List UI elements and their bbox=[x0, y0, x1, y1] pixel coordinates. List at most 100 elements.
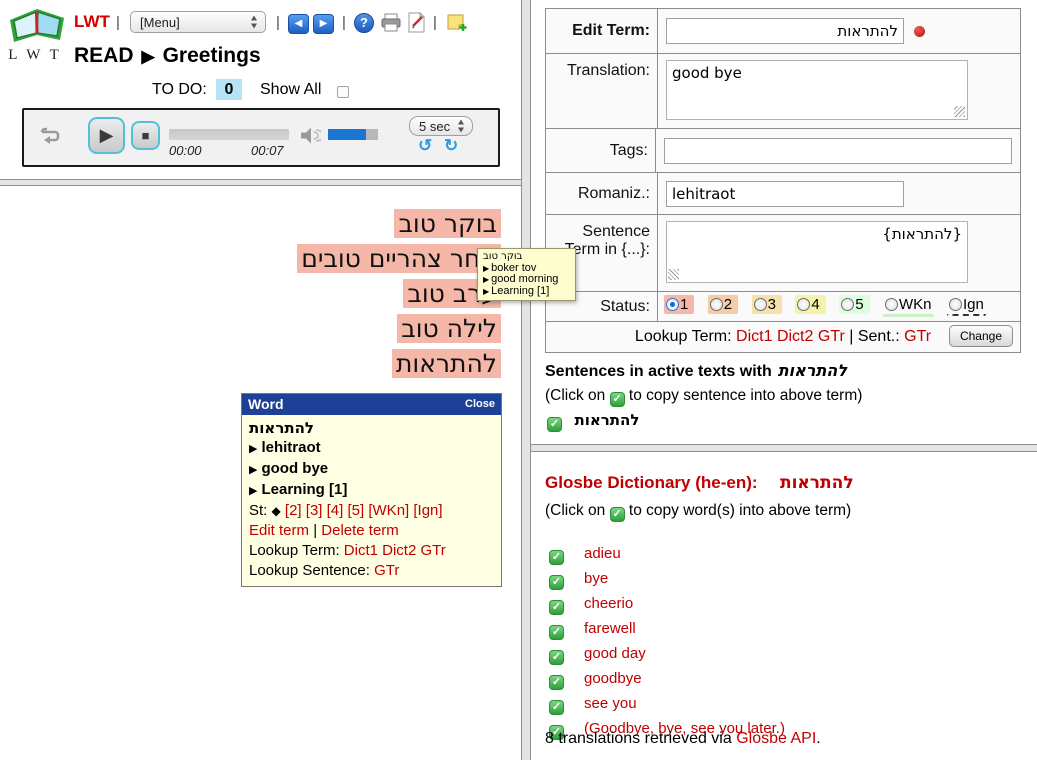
glosbe-api-link[interactable]: Glosbe API bbox=[736, 730, 816, 747]
hint-before: (Click on bbox=[545, 502, 605, 519]
word-popup-titlebar[interactable]: Word Close bbox=[242, 394, 501, 415]
translation-link[interactable]: see you bbox=[584, 695, 637, 712]
term-highlighted[interactable]: להתראות bbox=[392, 349, 501, 378]
translation-textarea[interactable]: good bye bbox=[666, 60, 968, 120]
copy-word-button[interactable]: ✓ bbox=[549, 700, 564, 715]
lwt-logo-icon[interactable] bbox=[6, 4, 68, 48]
loop-button[interactable] bbox=[38, 125, 61, 146]
radio-icon[interactable] bbox=[754, 298, 767, 311]
word-popup: Word Close להתראות ▶lehitraot ▶good bye … bbox=[241, 393, 502, 587]
seek-bar[interactable] bbox=[169, 129, 289, 140]
radio-icon[interactable] bbox=[710, 298, 723, 311]
status-option-2[interactable]: 3 bbox=[752, 295, 782, 314]
jump-seconds-select[interactable]: 5 sec bbox=[409, 116, 473, 136]
sent-gtr-link[interactable]: GTr bbox=[904, 328, 931, 345]
bullet-icon: ▶ bbox=[483, 275, 489, 284]
status-option-3[interactable]: 4 bbox=[795, 295, 825, 314]
glosbe-heading: Glosbe Dictionary (he-en): להתראות bbox=[545, 473, 854, 493]
select-stepper-icon bbox=[251, 16, 258, 29]
radio-icon[interactable] bbox=[841, 298, 854, 311]
word-popup-title: Word bbox=[248, 396, 284, 412]
dict1-link[interactable]: Dict1 bbox=[736, 328, 772, 345]
gtr-link[interactable]: GTr bbox=[818, 328, 845, 345]
play-button[interactable]: ▶ bbox=[88, 117, 125, 154]
edit-text-button[interactable] bbox=[407, 12, 426, 33]
volume-bar-fill[interactable] bbox=[328, 129, 366, 140]
print-button[interactable] bbox=[381, 13, 401, 32]
status-option-0[interactable]: 1 bbox=[664, 295, 694, 314]
popup-dict2-link[interactable]: Dict2 bbox=[382, 542, 416, 559]
romanization-input[interactable] bbox=[666, 181, 904, 207]
mute-button[interactable] bbox=[300, 127, 321, 144]
todo-count-badge[interactable]: 0 bbox=[216, 79, 242, 100]
popup-delete-term-link[interactable]: Delete term bbox=[321, 522, 399, 539]
status-option-6[interactable]: Ign bbox=[947, 295, 986, 316]
popup-status-link[interactable]: [WKn] bbox=[368, 502, 409, 519]
todo-label: TO DO: bbox=[152, 81, 207, 99]
popup-status-link[interactable]: [3] bbox=[306, 502, 323, 519]
translation-link[interactable]: bye bbox=[584, 570, 608, 587]
dict2-link[interactable]: Dict2 bbox=[777, 328, 813, 345]
radio-icon[interactable] bbox=[666, 298, 679, 311]
popup-status-link[interactable]: [4] bbox=[327, 502, 344, 519]
fast-forward-button[interactable]: ↻ bbox=[444, 136, 458, 156]
tooltip-status: Learning [1] bbox=[491, 285, 549, 297]
popup-status-link[interactable]: [2] bbox=[285, 502, 302, 519]
status-option-4[interactable]: 5 bbox=[839, 295, 869, 314]
sentence-item-term[interactable]: להתראות bbox=[574, 411, 639, 429]
translation-link[interactable]: cheerio bbox=[584, 595, 633, 612]
volume-bar-rest[interactable] bbox=[366, 129, 378, 140]
popup-status-link[interactable]: [5] bbox=[348, 502, 365, 519]
popup-sentence-gtr-link[interactable]: GTr bbox=[374, 562, 399, 579]
change-button[interactable]: Change bbox=[949, 325, 1013, 347]
popup-translation: good bye bbox=[261, 460, 328, 477]
frame-divider-vertical[interactable] bbox=[521, 0, 531, 760]
translation-link[interactable]: good day bbox=[584, 645, 646, 662]
translation-link[interactable]: goodbye bbox=[584, 670, 642, 687]
term-highlighted[interactable]: אחר צהריים טובים bbox=[297, 244, 501, 273]
popup-dict1-link[interactable]: Dict1 bbox=[344, 542, 378, 559]
check-icon: ✓ bbox=[610, 392, 625, 407]
term-highlighted[interactable]: בוקר טוב bbox=[394, 209, 501, 238]
tags-label-text: Tags: bbox=[610, 142, 648, 160]
text-line: בוקר טוב bbox=[0, 209, 501, 238]
brand-lwt[interactable]: LWT bbox=[74, 12, 110, 32]
translation-link[interactable]: adieu bbox=[584, 545, 621, 562]
popup-status-link[interactable]: [Ign] bbox=[413, 502, 442, 519]
frame-divider-horizontal-left[interactable] bbox=[0, 179, 521, 186]
frame-divider-horizontal-right[interactable] bbox=[531, 444, 1037, 452]
radio-icon[interactable] bbox=[885, 298, 898, 311]
copy-word-button[interactable]: ✓ bbox=[549, 550, 564, 565]
status-option-5[interactable]: WKn bbox=[883, 295, 934, 317]
copy-word-button[interactable]: ✓ bbox=[549, 625, 564, 640]
menu-select[interactable]: [Menu] bbox=[130, 11, 266, 33]
status-option-label: 3 bbox=[768, 296, 776, 313]
popup-gtr-link[interactable]: GTr bbox=[421, 542, 446, 559]
copy-word-button[interactable]: ✓ bbox=[549, 650, 564, 665]
translation-link[interactable]: farewell bbox=[584, 620, 636, 637]
printer-icon bbox=[381, 13, 401, 32]
menu-select-value: [Menu] bbox=[140, 15, 180, 30]
copy-sentence-button[interactable]: ✓ bbox=[547, 417, 562, 432]
copy-word-button[interactable]: ✓ bbox=[549, 600, 564, 615]
radio-icon[interactable] bbox=[949, 298, 962, 311]
edit-term-input[interactable] bbox=[666, 18, 904, 44]
show-all-checkbox[interactable] bbox=[337, 86, 349, 98]
separator: | bbox=[116, 14, 120, 31]
tags-input[interactable] bbox=[664, 138, 1012, 164]
term-highlighted[interactable]: לילה טוב bbox=[397, 314, 501, 343]
stop-button[interactable]: ■ bbox=[131, 121, 160, 150]
previous-text-button[interactable]: ◀ bbox=[288, 14, 309, 34]
word-popup-close[interactable]: Close bbox=[465, 398, 495, 410]
rewind-button[interactable]: ↺ bbox=[418, 136, 432, 156]
new-text-button[interactable] bbox=[447, 13, 468, 33]
popup-edit-term-link[interactable]: Edit term bbox=[249, 522, 309, 539]
copy-word-button[interactable]: ✓ bbox=[549, 575, 564, 590]
next-text-button[interactable]: ▶ bbox=[313, 14, 334, 34]
copy-word-button[interactable]: ✓ bbox=[549, 675, 564, 690]
text-line: ערב טוב bbox=[0, 279, 501, 308]
radio-icon[interactable] bbox=[797, 298, 810, 311]
sentence-textarea[interactable]: {להתראות} bbox=[666, 221, 968, 283]
help-button[interactable]: ? bbox=[354, 13, 374, 33]
status-option-1[interactable]: 2 bbox=[708, 295, 738, 314]
